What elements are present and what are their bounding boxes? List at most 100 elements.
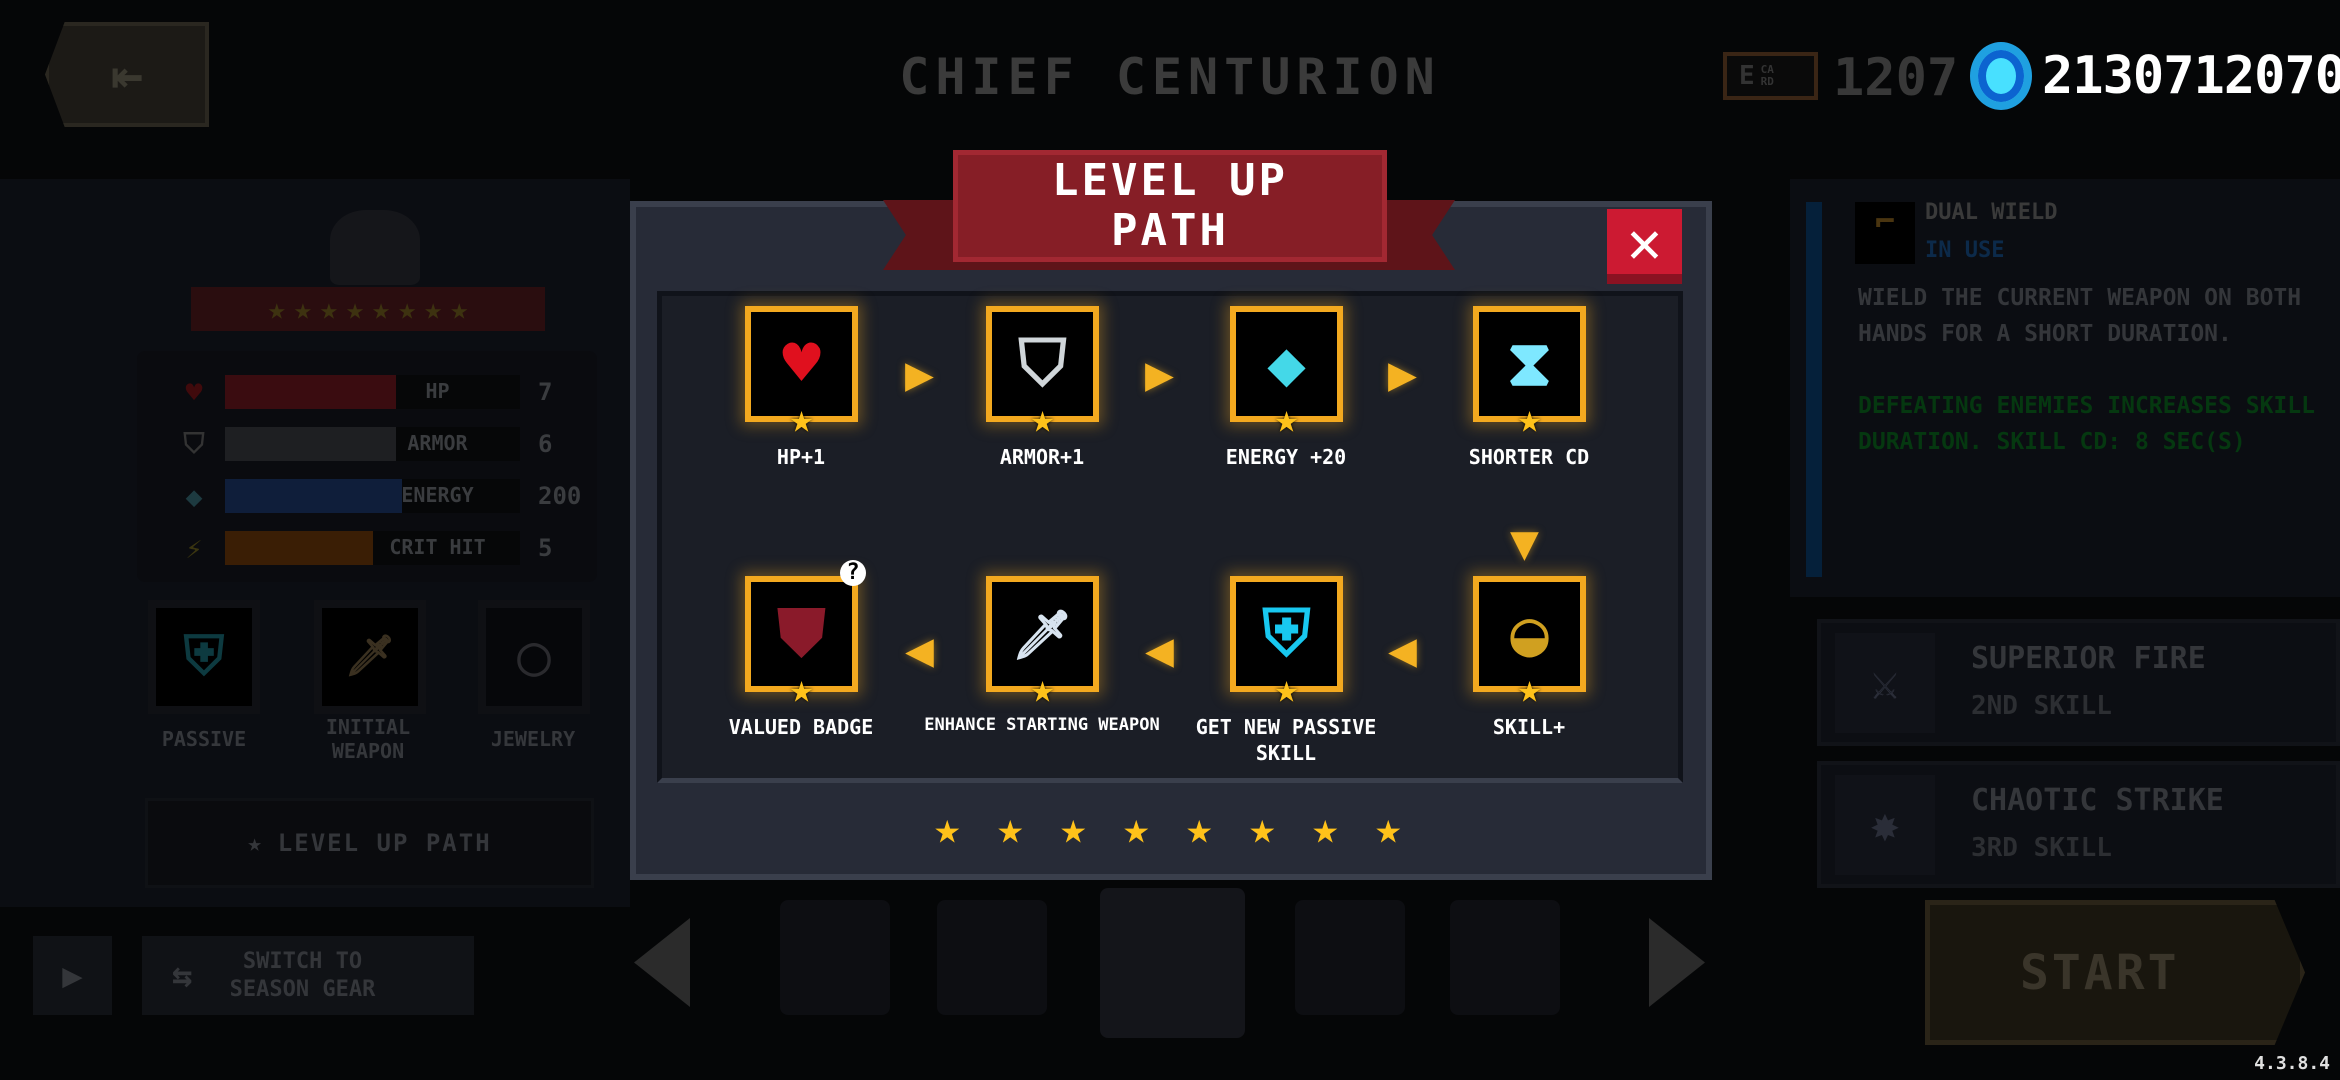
- step-skill-plus: ◒ ★: [1473, 576, 1586, 712]
- star-icon: ★: [1030, 666, 1055, 712]
- stat-crit: ⚡ Crit Hit 5: [177, 531, 597, 565]
- step-label: Get new passive skill: [1195, 715, 1377, 765]
- character-skin[interactable]: [1450, 900, 1560, 1015]
- hourglass-icon: ⧗: [1507, 327, 1552, 401]
- step-label: Energy +20: [1225, 445, 1347, 469]
- step-valued-badge: ⛊ ★?: [745, 560, 866, 712]
- step-label: Enhance starting weapon: [924, 715, 1160, 735]
- swap-icon: ⇆: [172, 955, 193, 996]
- star-icon: ★: [247, 829, 264, 857]
- close-icon: ✕: [1627, 207, 1662, 276]
- stat-armor: ⛉ Armor 6: [177, 427, 597, 461]
- initial-weapon-slot[interactable]: 🗡: [314, 600, 426, 714]
- character-skin[interactable]: [780, 900, 890, 1015]
- prev-character-arrow[interactable]: [634, 918, 690, 1007]
- button-label: Start: [2020, 944, 2180, 1001]
- arrow-right-icon: ▶: [905, 346, 934, 402]
- slot-label: Initial Weapon: [325, 715, 411, 763]
- character-skin[interactable]: [1295, 900, 1405, 1015]
- button-label: Switch to Season Gear: [229, 948, 376, 1002]
- skill-tier: 2nd skill: [1971, 691, 2112, 721]
- level-up-path-button[interactable]: ★ Level Up Path: [145, 798, 594, 888]
- crystal-icon: ◆: [1267, 327, 1306, 401]
- play-icon: ▶: [62, 955, 83, 996]
- next-character-arrow[interactable]: [1649, 918, 1705, 1007]
- badge-icon: ⛊: [777, 597, 826, 671]
- passive-shield-icon: ⛨: [1262, 597, 1311, 671]
- step-label: Shorter CD: [1468, 445, 1590, 469]
- card-count: 1207: [1833, 48, 1959, 108]
- stat-label: HP: [425, 379, 450, 403]
- gem-count: 2130712070: [2042, 46, 2340, 106]
- step-label: Armor+1: [999, 445, 1085, 469]
- character-avatar: [330, 210, 420, 285]
- character-skin-selected[interactable]: [1100, 888, 1245, 1038]
- heart-icon: ♥: [782, 327, 821, 401]
- stat-label: Crit Hit: [389, 535, 486, 559]
- title-line: Path: [1111, 205, 1229, 256]
- star-icon: ★: [997, 803, 1024, 854]
- jewelry-slot[interactable]: ◯: [478, 600, 590, 714]
- close-button[interactable]: ✕: [1607, 207, 1682, 284]
- step-energy: ◆ ★: [1230, 306, 1343, 442]
- shield-icon: ⛉: [183, 427, 205, 460]
- step-label: HP+1: [776, 445, 826, 469]
- stat-energy: ◆ Energy 200: [177, 479, 597, 513]
- heart-icon: ♥: [185, 375, 203, 409]
- preview-button[interactable]: ▶: [33, 936, 112, 1015]
- arrow-right-icon: ▶: [1388, 346, 1417, 402]
- skill-chaotic-strike[interactable]: ✸ Chaotic Strike 3rd skill: [1817, 761, 2340, 888]
- stat-value: 6: [538, 430, 553, 458]
- start-button[interactable]: Start: [1925, 900, 2305, 1045]
- step-new-passive: ⛨ ★: [1230, 576, 1343, 712]
- character-skin[interactable]: [937, 900, 1047, 1015]
- stat-value: 200: [538, 482, 582, 510]
- stat-hp: ♥ HP 7: [177, 375, 597, 409]
- switch-gear-button[interactable]: ⇆ Switch to Season Gear: [142, 936, 474, 1015]
- star-icon: ★: [1274, 396, 1299, 442]
- chaotic-strike-icon: ✸: [1835, 775, 1935, 875]
- star-icon: ★: [789, 396, 814, 442]
- skill-name: Dual Wield: [1925, 200, 2058, 225]
- skill-bonus: Defeating enemies increases skill durati…: [1858, 393, 2315, 455]
- shield-icon: ⛉: [1018, 327, 1067, 401]
- star-icon: ★: [1517, 396, 1542, 442]
- step-armor: ⛉ ★: [986, 306, 1099, 442]
- crossed-swords-icon: ⚔: [1835, 633, 1935, 733]
- skill-name: Chaotic Strike: [1971, 783, 2224, 818]
- arrow-left-icon: ◀: [905, 622, 934, 678]
- sword-icon: 🗡: [344, 633, 396, 679]
- star-icon: ★: [1274, 666, 1299, 712]
- gem-icon: [1970, 42, 2032, 110]
- arrow-right-icon: ▶: [1145, 346, 1174, 402]
- button-label: Level Up Path: [277, 829, 492, 857]
- star-icon: ★: [1123, 803, 1150, 854]
- step-hp: ♥ ★: [745, 306, 858, 442]
- skill-status: In use: [1925, 238, 2005, 263]
- title-line: Level Up: [1052, 155, 1288, 206]
- skill-tier: 3rd skill: [1971, 833, 2112, 863]
- stat-value: 5: [538, 534, 553, 562]
- star-icon: ★: [1517, 666, 1542, 712]
- card-icon: E CA RD: [1723, 52, 1818, 100]
- stat-fill: [225, 531, 373, 565]
- slot-label: Passive: [161, 727, 247, 751]
- star-icon: ★: [1249, 803, 1276, 854]
- info-icon[interactable]: ?: [840, 560, 866, 586]
- character-stars: ★ ★ ★ ★ ★ ★ ★ ★: [191, 287, 545, 331]
- passive-slot[interactable]: ⛨: [148, 600, 260, 714]
- star-icon: ★: [789, 666, 814, 712]
- passive-shield-icon: ⛨: [183, 624, 225, 687]
- sword-icon: 🗡: [1012, 606, 1073, 663]
- skill-name: Superior Fire: [1971, 641, 2206, 676]
- skill-superior-fire[interactable]: ⚔ Superior Fire 2nd skill: [1817, 619, 2340, 746]
- stat-label: Armor: [407, 431, 468, 455]
- star-icon: ★: [1375, 803, 1402, 854]
- dialog-title: Level Up Path: [953, 150, 1387, 262]
- ring-icon: ◯: [517, 624, 551, 687]
- panel-accent: [1806, 202, 1822, 577]
- arrow-left-icon: ◀: [1145, 622, 1174, 678]
- version-label: 4.3.8.4: [2254, 1053, 2330, 1074]
- crit-icon: ⚡: [185, 531, 203, 565]
- step-shorter-cd: ⧗ ★: [1473, 306, 1586, 442]
